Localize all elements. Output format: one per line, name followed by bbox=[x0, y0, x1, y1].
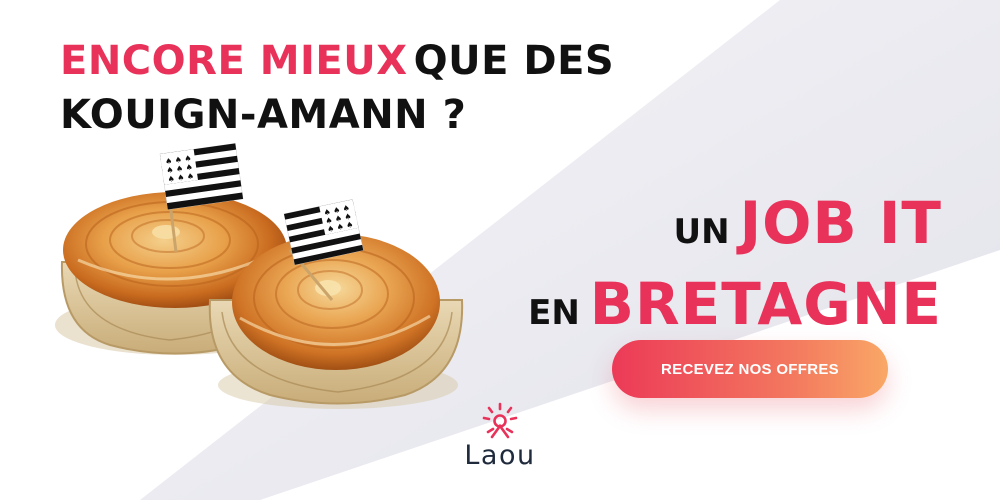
headline: ENCORE MIEUX QUE DES KOUIGN-AMANN ? bbox=[60, 38, 614, 138]
sun-figure-icon bbox=[482, 402, 518, 439]
tagline: UN JOB IT EN BRETAGNE bbox=[528, 190, 942, 352]
receive-offers-button[interactable]: RECEVEZ NOS OFFRES bbox=[612, 340, 888, 398]
laou-logo[interactable]: Laou bbox=[460, 402, 540, 478]
tagline-en: EN bbox=[528, 293, 580, 333]
tagline-un: UN bbox=[673, 212, 730, 252]
headline-line-2: KOUIGN-AMANN ? bbox=[60, 92, 467, 138]
tagline-line-1: UN JOB IT bbox=[528, 190, 942, 271]
logo-wordmark: Laou bbox=[464, 440, 536, 471]
headline-highlight: ENCORE MIEUX bbox=[60, 38, 408, 84]
tagline-bretagne: BRETAGNE bbox=[589, 270, 942, 338]
headline-text: QUE DES bbox=[413, 38, 615, 84]
tagline-job-it: JOB IT bbox=[739, 189, 942, 257]
headline-line-1: ENCORE MIEUX QUE DES bbox=[60, 38, 614, 92]
ad-banner: ♠ ♠ ♠ ♠ ♠ ♠ ♠ ♠ ♠ ♠ ♠ ♠ ♠ ♠ ♠ ♠ ♠ ♠ ENCO… bbox=[0, 0, 1000, 500]
